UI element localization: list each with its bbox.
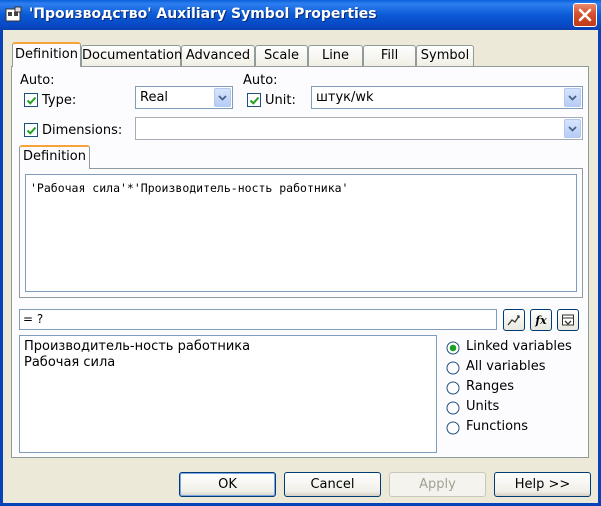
- dimensions-checkbox[interactable]: [24, 123, 38, 137]
- variables-list[interactable]: Производитель-ность работника Рабочая си…: [19, 335, 437, 453]
- window-title: 'Производство' Auxiliary Symbol Properti…: [29, 6, 377, 22]
- function-icon: fx: [535, 313, 547, 327]
- dimensions-select[interactable]: [135, 117, 583, 140]
- equation-panel: 'Рабочая сила'*'Производитель-ность рабо…: [19, 168, 583, 298]
- checkmark-icon: [26, 126, 37, 135]
- auto-label-unit: Auto:: [243, 73, 278, 88]
- tab-line[interactable]: Line: [308, 45, 363, 66]
- list-icon: [562, 314, 574, 326]
- tab-documentation[interactable]: Documentation: [81, 45, 182, 66]
- checkmark-icon: [249, 96, 260, 105]
- type-select-dropdown[interactable]: [214, 88, 231, 107]
- chevron-down-icon: [568, 94, 577, 101]
- type-select-value: Real: [140, 90, 169, 105]
- radio-label: Linked variables: [466, 339, 572, 354]
- app-icon: [5, 6, 22, 22]
- unit-label: Unit:: [265, 93, 296, 108]
- unit-select[interactable]: штук/wk: [311, 86, 583, 109]
- radio-icon[interactable]: [446, 361, 460, 375]
- unit-select-dropdown[interactable]: [564, 88, 581, 107]
- radio-label: Units: [466, 399, 500, 414]
- tab-fill[interactable]: Fill: [363, 45, 416, 66]
- dimensions-select-dropdown[interactable]: [564, 119, 581, 138]
- radio-selected-icon[interactable]: [446, 341, 460, 355]
- radio-icon[interactable]: [446, 421, 460, 435]
- help-button[interactable]: Help >>: [494, 472, 591, 497]
- checkmark-icon: [26, 96, 37, 105]
- result-field: = ?: [19, 309, 497, 330]
- chevron-down-icon: [568, 125, 577, 132]
- radio-label: Functions: [466, 419, 529, 434]
- inner-tab-definition[interactable]: Definition: [19, 145, 90, 169]
- unit-select-value: штук/wk: [316, 90, 374, 105]
- tab-advanced[interactable]: Advanced: [181, 45, 255, 66]
- close-button[interactable]: [573, 3, 597, 27]
- radio-icon[interactable]: [446, 401, 460, 415]
- type-label: Type:: [42, 93, 77, 108]
- auto-label-type: Auto:: [20, 73, 55, 88]
- cancel-button[interactable]: Cancel: [284, 472, 381, 497]
- close-icon: [578, 8, 592, 22]
- equation-editor[interactable]: 'Рабочая сила'*'Производитель-ность рабо…: [25, 174, 577, 292]
- radio-icon[interactable]: [446, 381, 460, 395]
- dimensions-label: Dimensions:: [42, 123, 123, 138]
- definition-tab-panel: Auto: Auto: Type: Real Unit: штук/wk Dim…: [11, 66, 589, 458]
- type-select[interactable]: Real: [135, 86, 233, 109]
- tab-scale[interactable]: Scale: [255, 45, 308, 66]
- graph-button[interactable]: [503, 309, 525, 331]
- tab-symbol[interactable]: Symbol: [416, 45, 474, 66]
- type-checkbox[interactable]: [24, 93, 38, 107]
- ok-button[interactable]: OK: [179, 472, 276, 497]
- tab-definition[interactable]: Definition: [12, 42, 81, 67]
- builtin-button[interactable]: [557, 309, 579, 331]
- apply-button[interactable]: Apply: [389, 472, 486, 497]
- chevron-down-icon: [218, 94, 227, 101]
- properties-dialog: 'Производство' Auxiliary Symbol Properti…: [0, 0, 601, 506]
- unit-checkbox[interactable]: [247, 93, 261, 107]
- title-bar[interactable]: 'Производство' Auxiliary Symbol Properti…: [0, 0, 601, 30]
- list-item[interactable]: Рабочая сила: [24, 355, 432, 371]
- radio-label: Ranges: [466, 379, 514, 394]
- radio-label: All variables: [466, 359, 546, 374]
- graph-icon: [507, 315, 520, 326]
- list-item[interactable]: Производитель-ность работника: [24, 339, 432, 355]
- window-frame-left: [0, 30, 3, 506]
- function-button[interactable]: fx: [530, 309, 552, 331]
